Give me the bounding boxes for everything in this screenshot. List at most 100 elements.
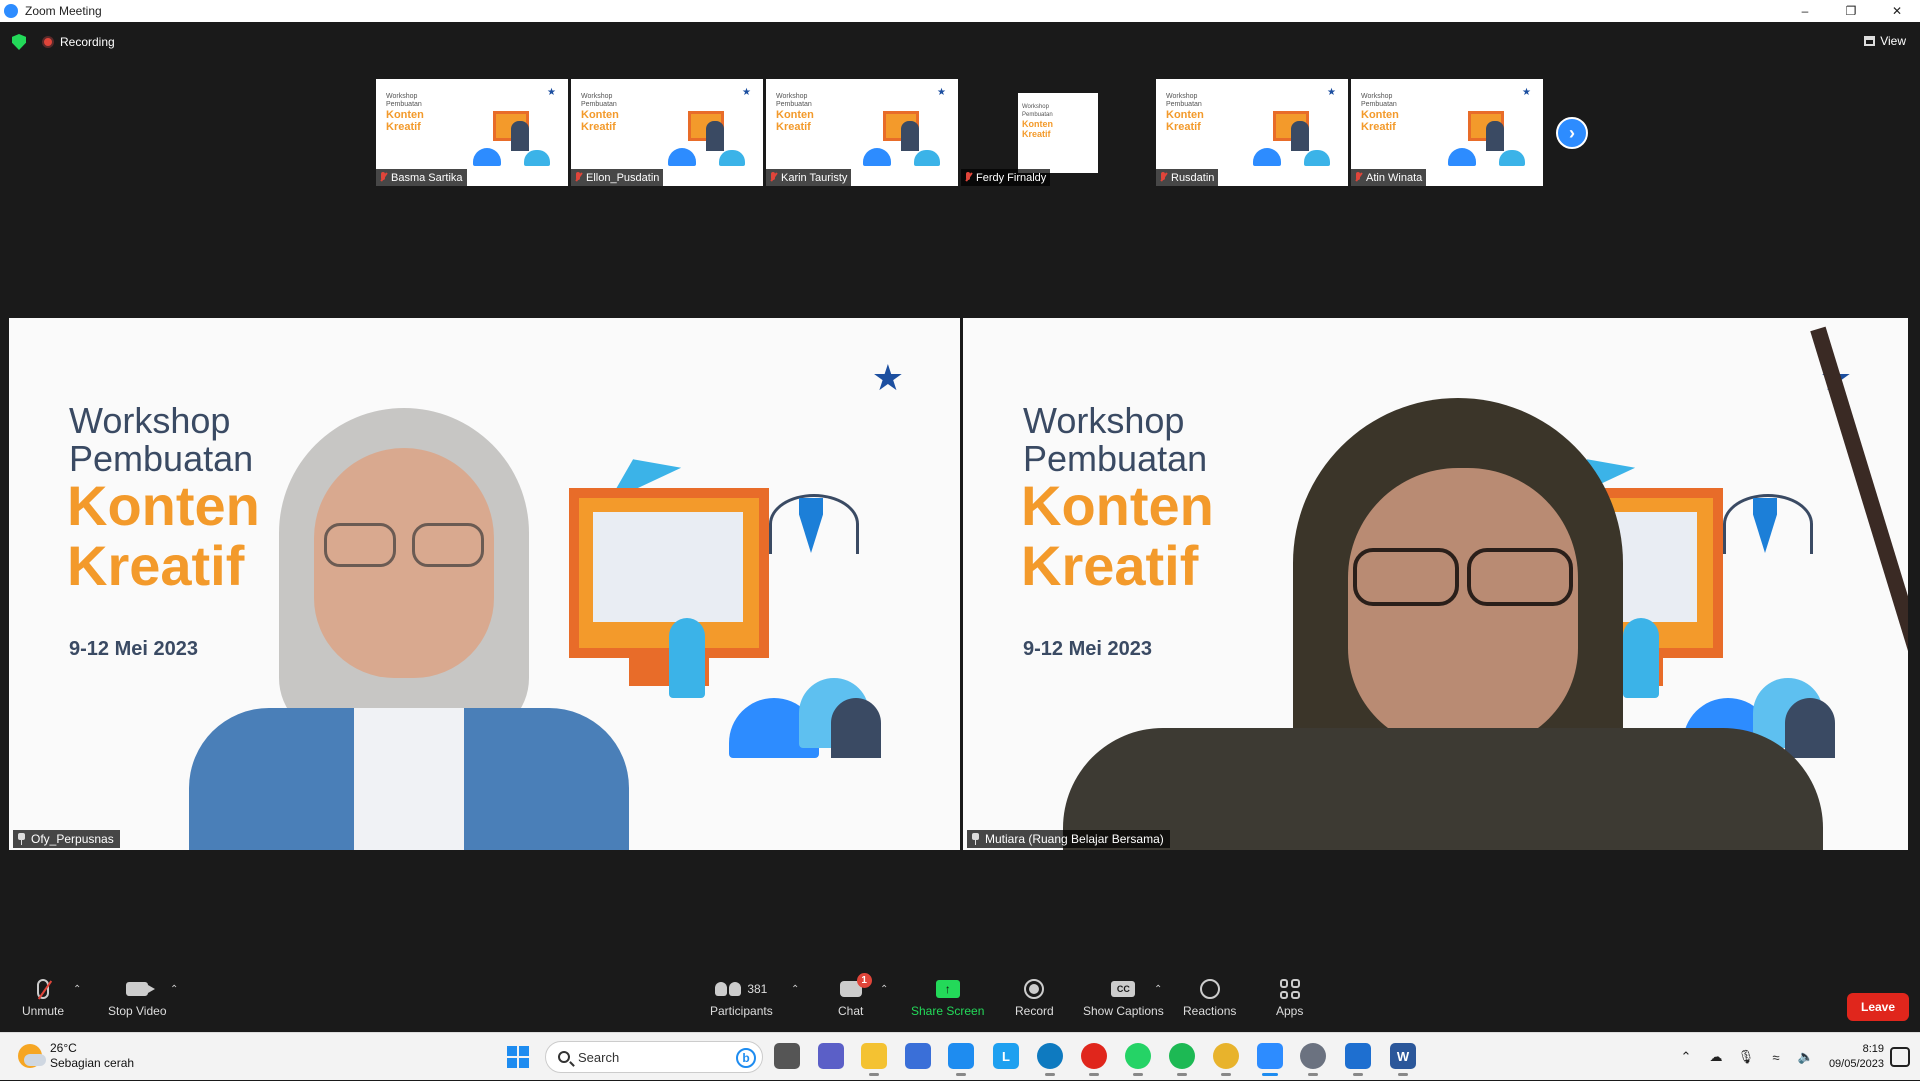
- zoom-logo-icon: [4, 4, 18, 18]
- participant-thumbnail[interactable]: Workshop Pembuatan Konten Kreatif ★ Rusdat…: [1156, 79, 1348, 186]
- closed-captions-icon: CC: [1111, 981, 1136, 997]
- captions-options-caret-icon[interactable]: ⌃: [1154, 984, 1162, 995]
- word-icon[interactable]: W: [1390, 1043, 1416, 1076]
- next-page-button[interactable]: ›: [1556, 117, 1588, 149]
- whatsapp-icon[interactable]: [1125, 1043, 1151, 1076]
- notification-icon[interactable]: [1890, 1047, 1910, 1067]
- speaker-icon[interactable]: 🔈: [1795, 1046, 1817, 1068]
- window-controls: – ❐ ✕: [1782, 0, 1920, 22]
- participant-name-tag: Rusdatin: [1156, 169, 1219, 186]
- slide-dates: 9-12 Mei 2023: [69, 638, 198, 660]
- zoom-icon[interactable]: [1257, 1043, 1283, 1076]
- slide-mini-heading: Konten Kreatif: [1166, 109, 1204, 133]
- participant-thumbnail[interactable]: Workshop Pembuatan Konten Kreatif ★ Basma …: [376, 79, 568, 186]
- apps-label: Apps: [1276, 1004, 1304, 1018]
- time: 8:19: [1862, 1043, 1884, 1055]
- show-captions-button[interactable]: CC Show Captions: [1083, 976, 1164, 1018]
- restore-icon[interactable]: ❐: [1828, 0, 1874, 22]
- onedrive-cloud-icon[interactable]: ☁: [1705, 1046, 1727, 1068]
- show-captions-label: Show Captions: [1083, 1004, 1164, 1018]
- reactions-button[interactable]: Reactions: [1183, 976, 1236, 1018]
- participant-thumbnail[interactable]: Workshop Pembuatan Konten Kreatif ★ Ellon_…: [571, 79, 763, 186]
- stop-video-button[interactable]: Stop Video: [108, 976, 167, 1018]
- unmute-label: Unmute: [22, 1004, 65, 1018]
- library-logo-icon: ★: [547, 87, 556, 98]
- title-bar: Zoom Meeting – ❐ ✕: [0, 0, 1920, 22]
- participant-thumbnail[interactable]: Workshop Pembuatan Konten Kreatif Ferdy Fi…: [961, 79, 1153, 186]
- slide-mini-heading: Konten Kreatif: [386, 109, 424, 133]
- wifi-icon[interactable]: ≈: [1765, 1046, 1787, 1068]
- recording-icon: [42, 36, 54, 48]
- opera-icon[interactable]: [1081, 1043, 1107, 1076]
- chrome-icon[interactable]: [1213, 1043, 1239, 1076]
- view-button[interactable]: View: [1864, 34, 1906, 48]
- view-label: View: [1880, 34, 1906, 48]
- apps-button[interactable]: Apps: [1276, 976, 1303, 1018]
- photos-icon[interactable]: [1345, 1043, 1371, 1076]
- library-logo-icon: ★: [1327, 87, 1336, 98]
- system-tray: ⌃ ☁ 🎙 ≈ 🔈 8:19 09/05/2023: [1671, 1033, 1920, 1081]
- slide-mini-heading: Konten Kreatif: [1361, 109, 1399, 133]
- unmute-button[interactable]: Unmute: [22, 976, 64, 1018]
- chat-label: Chat: [838, 1004, 864, 1018]
- taskbar-search-box[interactable]: Search b: [545, 1041, 763, 1073]
- pin-icon: [17, 833, 26, 845]
- settings-icon[interactable]: [1300, 1043, 1326, 1076]
- video-options-caret-icon[interactable]: ⌃: [170, 984, 178, 995]
- slide-illustration: [1438, 101, 1533, 166]
- edge-icon[interactable]: [1037, 1043, 1063, 1076]
- bing-icon[interactable]: b: [736, 1048, 756, 1068]
- task-view-icon[interactable]: [774, 1043, 800, 1069]
- security-shield-icon[interactable]: [12, 34, 26, 50]
- file-explorer-icon[interactable]: [861, 1043, 887, 1076]
- weather-widget[interactable]: 26°C Sebagian cerah: [18, 1041, 134, 1071]
- search-icon: [558, 1051, 570, 1063]
- teams-chat-icon[interactable]: [818, 1043, 844, 1069]
- slide-mini-title: Workshop Pembuatan: [1166, 93, 1202, 108]
- participant-name: Atin Winata: [1366, 171, 1423, 184]
- muted-mic-icon: [964, 172, 972, 183]
- leave-button[interactable]: Leave: [1847, 993, 1909, 1021]
- grid-view-icon: [1864, 36, 1876, 46]
- participant-name-tag: Ofy_Perpusnas: [13, 830, 120, 848]
- participant-video: [189, 408, 629, 850]
- participant-name-tag: Karin Tauristy: [766, 169, 852, 186]
- chat-button[interactable]: 1 Chat: [838, 973, 872, 1018]
- share-screen-button[interactable]: ↑ Share Screen: [911, 976, 984, 1018]
- chevron-up-icon[interactable]: ⌃: [1675, 1046, 1697, 1068]
- app-l-icon[interactable]: L: [993, 1043, 1019, 1069]
- video-tile-active-speaker[interactable]: Workshop Pembuatan Konten Kreatif 9-12 Mei…: [9, 318, 960, 850]
- participant-name: Mutiara (Ruang Belajar Bersama): [985, 832, 1164, 846]
- record-button[interactable]: Record: [1015, 976, 1054, 1018]
- muted-mic-icon: [1354, 172, 1362, 183]
- muted-mic-icon: [379, 172, 387, 183]
- minimize-icon[interactable]: –: [1782, 0, 1828, 22]
- slide-mini-title: Workshop Pembuatan: [1022, 104, 1053, 118]
- unread-badge: 1: [856, 973, 872, 988]
- participants-options-caret-icon[interactable]: ⌃: [791, 984, 799, 995]
- participant-name-tag: Basma Sartika: [376, 169, 467, 186]
- laptop-user-illustration: [831, 698, 881, 758]
- microphone-icon[interactable]: 🎙: [1735, 1046, 1757, 1068]
- close-icon[interactable]: ✕: [1874, 0, 1920, 22]
- video-camera-icon: [126, 982, 156, 996]
- participants-icon: [715, 982, 742, 996]
- record-label: Record: [1015, 1004, 1054, 1018]
- spotify-icon[interactable]: [1169, 1043, 1195, 1076]
- participant-thumbnail[interactable]: Workshop Pembuatan Konten Kreatif ★ Karin …: [766, 79, 958, 186]
- designer-illustration: [669, 618, 705, 698]
- audio-options-caret-icon[interactable]: ⌃: [73, 984, 81, 995]
- chat-options-caret-icon[interactable]: ⌃: [880, 984, 888, 995]
- slide-mini-title: Workshop Pembuatan: [386, 93, 422, 108]
- participants-button[interactable]: 381 Participants: [710, 976, 773, 1018]
- windows-taskbar: 26°C Sebagian cerah Search b L W ⌃ ☁ 🎙 ≈…: [0, 1032, 1920, 1080]
- microsoft-store-icon[interactable]: [905, 1043, 931, 1069]
- windows-start-icon[interactable]: [507, 1046, 529, 1068]
- mail-icon[interactable]: [948, 1043, 974, 1076]
- slide-mini-title: Workshop Pembuatan: [1361, 93, 1397, 108]
- video-tile[interactable]: Workshop Pembuatan Konten Kreatif 9-12 Mei…: [963, 318, 1908, 850]
- participant-name: Ferdy Firnaldy: [976, 171, 1047, 184]
- library-logo-icon: ★: [1522, 87, 1531, 98]
- participant-thumbnail[interactable]: Workshop Pembuatan Konten Kreatif ★ Atin W…: [1351, 79, 1543, 186]
- taskbar-clock[interactable]: 8:19 09/05/2023: [1829, 1042, 1884, 1072]
